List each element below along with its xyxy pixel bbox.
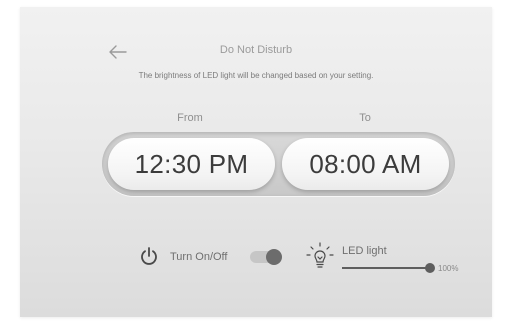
power-toggle[interactable] <box>250 249 282 265</box>
from-time-button[interactable]: 12:30 PM <box>108 138 275 190</box>
toggle-label: Turn On/Off <box>170 251 228 263</box>
do-not-disturb-panel: Do Not Disturb The brightness of LED lig… <box>20 7 492 317</box>
light-bulb-icon <box>306 242 334 268</box>
to-label: To <box>359 112 371 124</box>
time-range-track: 12:30 PM 08:00 AM <box>102 132 455 196</box>
from-label: From <box>177 112 203 124</box>
page-subtitle: The brightness of LED light will be chan… <box>138 71 374 80</box>
slider-track <box>342 267 430 269</box>
power-icon <box>141 247 157 265</box>
led-light-label: LED light <box>342 245 387 257</box>
toggle-knob <box>266 249 282 265</box>
to-time-button[interactable]: 08:00 AM <box>282 138 449 190</box>
page-title: Do Not Disturb <box>219 44 293 56</box>
slider-thumb[interactable] <box>425 263 435 273</box>
led-brightness-slider[interactable] <box>342 262 435 274</box>
led-level-value: 100% <box>438 264 459 273</box>
